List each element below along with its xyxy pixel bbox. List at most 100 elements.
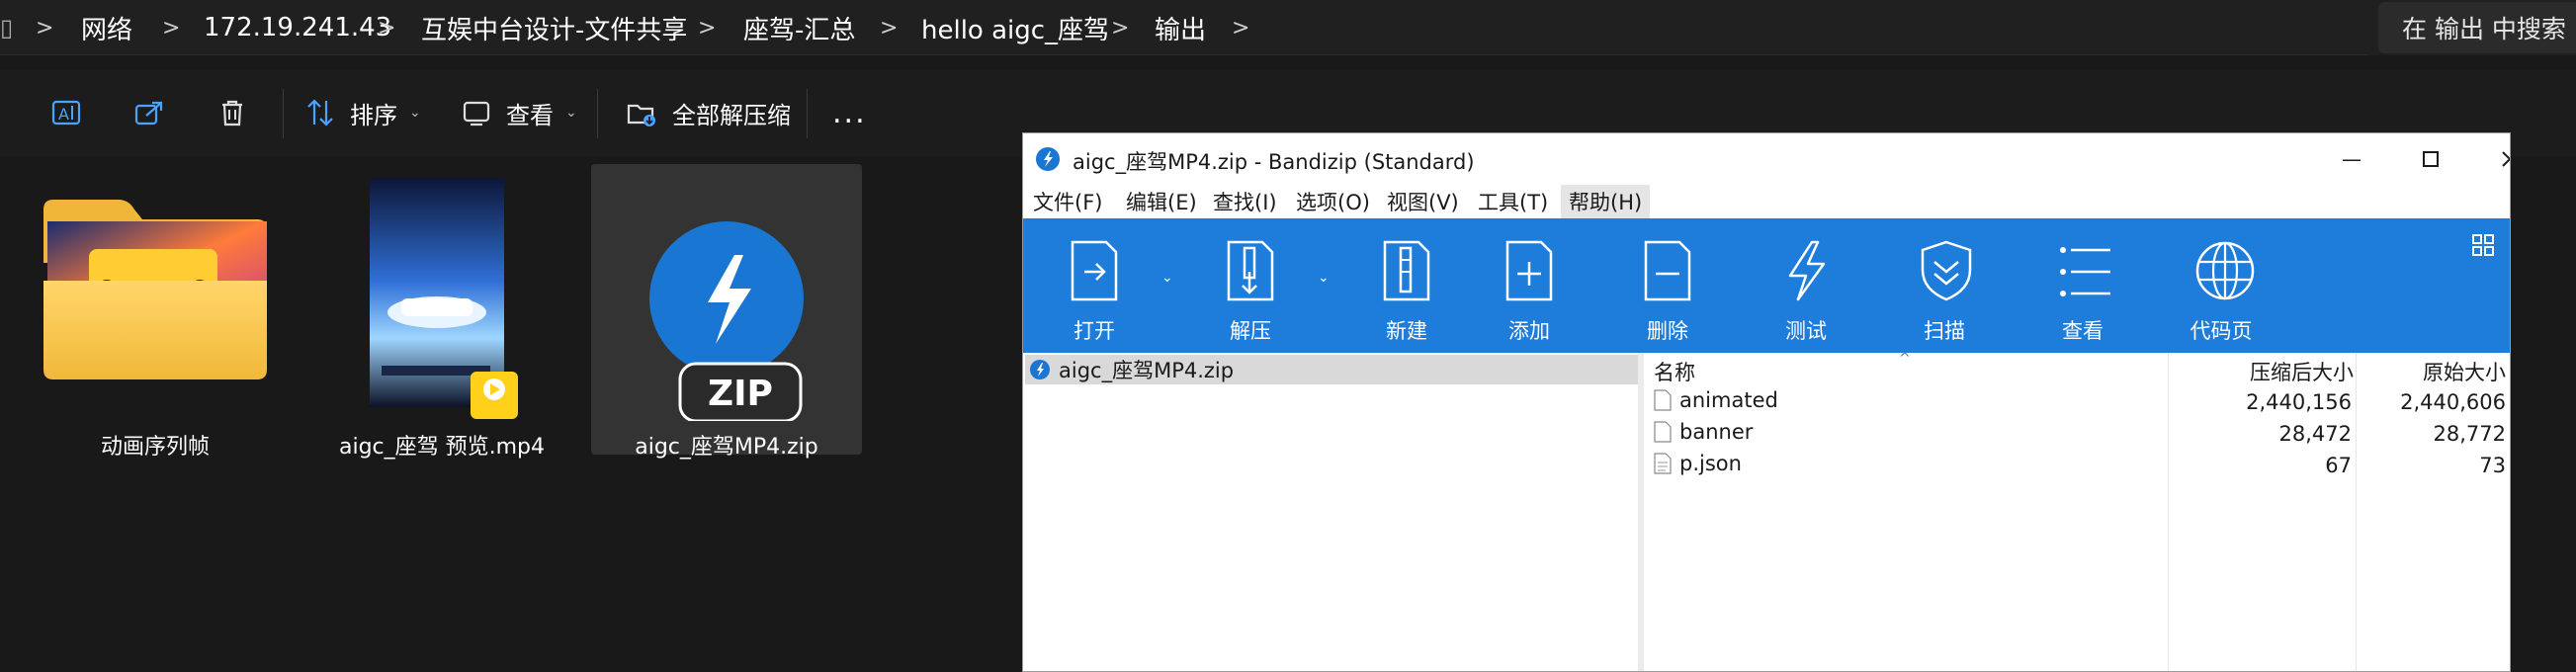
more-options-button[interactable]: ... [832, 69, 867, 156]
json-file-icon [1654, 453, 1672, 474]
globe-icon [2195, 241, 2255, 300]
list-view-icon [2060, 247, 2110, 296]
breadcrumb-separator[interactable]: > [378, 10, 395, 45]
rename-button[interactable]: A [49, 69, 83, 156]
breadcrumb-separator[interactable]: > [162, 10, 180, 45]
maximize-button[interactable] [2391, 133, 2470, 185]
breadcrumb-separator[interactable]: > [698, 10, 716, 45]
extract-button[interactable]: 解压 [1189, 218, 1312, 353]
view-button[interactable]: 查看 ⌄ [461, 69, 577, 156]
extract-all-label: 全部解压缩 [672, 101, 791, 129]
menu-tools[interactable]: 工具(T) [1470, 185, 1556, 218]
bandizip-app-icon [1036, 147, 1060, 171]
tree-item-label: aigc_座驾MP4.zip [1059, 359, 1235, 382]
open-icon [1071, 240, 1118, 301]
column-compressed-size[interactable]: 压缩后大小 [2193, 357, 2354, 384]
share-icon [134, 101, 163, 126]
add-button[interactable]: 添加 [1468, 218, 1590, 353]
delete-button[interactable] [215, 69, 249, 156]
test-button[interactable]: 测试 [1745, 218, 1867, 353]
lightning-icon [1788, 240, 1826, 301]
sort-button[interactable]: 排序 ⌄ [304, 69, 421, 156]
delete-button[interactable]: 删除 [1606, 218, 1729, 353]
breadcrumb-separator[interactable]: > [1111, 10, 1129, 45]
menu-bar: 文件(F) 编辑(E) 查找(I) 选项(O) 视图(V) 工具(T) 帮助(H… [1023, 185, 2510, 218]
open-dropdown-button[interactable]: ⌄ [1161, 270, 1173, 286]
original-size: 28,772 [2433, 422, 2506, 446]
file-list: 名称 ^ 压缩后大小 原始大小 animated 2,440,156 2,440… [1650, 351, 2510, 671]
menu-edit[interactable]: 编辑(E) [1118, 185, 1205, 218]
folder-tree: aigc_座驾MP4.zip [1023, 353, 1644, 671]
delete-file-icon [1644, 240, 1691, 301]
menu-file[interactable]: 文件(F) [1025, 185, 1110, 218]
minimize-button[interactable]: — [2312, 133, 2391, 185]
breadcrumb-item-output[interactable]: 输出 [1155, 10, 1206, 45]
table-row[interactable]: p.json 67 73 [1650, 450, 2510, 481]
scan-button[interactable]: 扫描 [1883, 218, 2006, 353]
compressed-size: 67 [2325, 454, 2352, 477]
chevron-down-icon: ⌄ [565, 105, 577, 121]
file-item-video[interactable]: aigc_座驾 预览.mp4 [306, 164, 577, 460]
menu-find[interactable]: 查找(I) [1205, 185, 1285, 218]
compressed-size: 28,472 [2278, 422, 2352, 446]
close-button[interactable] [2470, 133, 2510, 185]
extract-dropdown-button[interactable]: ⌄ [1318, 270, 1330, 286]
folder-icon [43, 200, 267, 379]
file-item-zip[interactable]: ZIP aigc_座驾MP4.zip [591, 164, 862, 460]
bandizip-zip-icon: ZIP [649, 221, 804, 421]
original-size: 73 [2479, 454, 2506, 477]
breadcrumb-item-network[interactable]: 网络 [81, 10, 132, 45]
trash-icon [222, 100, 242, 126]
file-name: p.json [1679, 452, 1742, 475]
breadcrumb-separator[interactable]: > [36, 10, 53, 45]
divider [807, 89, 808, 138]
more-icon: ... [832, 95, 867, 130]
file-icon [1654, 389, 1672, 411]
maximize-icon [2423, 151, 2439, 167]
breadcrumb-item-share[interactable]: 互娱中台设计-文件共享 [421, 10, 687, 45]
column-name[interactable]: 名称 [1654, 357, 1695, 384]
breadcrumb-item-summary[interactable]: 座驾-汇总 [743, 10, 855, 45]
file-name: banner [1679, 420, 1754, 444]
menu-view[interactable]: 视图(V) [1379, 185, 1467, 218]
view-icon [463, 101, 490, 126]
menu-help[interactable]: 帮助(H) [1561, 185, 1651, 218]
toolbar: 打开 ⌄ 解压 ⌄ 新建 添加 删除 测试 扫描 查看 代码页 [1023, 218, 2510, 353]
table-row[interactable]: animated 2,440,156 2,440,606 [1650, 386, 2510, 418]
file-name: 动画序列帧 [100, 435, 210, 460]
title-bar[interactable]: aigc_座驾MP4.zip - Bandizip (Standard) — [1023, 133, 2510, 185]
table-row[interactable]: banner 28,472 28,772 [1650, 418, 2510, 450]
original-size: 2,440,606 [2400, 390, 2506, 414]
breadcrumb-separator[interactable]: > [1232, 10, 1249, 45]
file-view: 动画序列帧 aigc_座驾 预览.mp4 ZIP aigc_座驾MP4.zip [0, 156, 1028, 672]
add-file-icon [1505, 240, 1553, 301]
compressed-size: 2,440,156 [2246, 390, 2352, 414]
sort-icon [307, 99, 333, 126]
svg-text:A: A [58, 105, 69, 124]
column-original-size[interactable]: 原始大小 [2361, 357, 2506, 384]
close-icon [2502, 151, 2510, 167]
extract-icon [627, 104, 655, 126]
address-bar: ▯ > 网络 > 172.19.241.43 > 互娱中台设计-文件共享 > 座… [0, 0, 2576, 55]
search-input[interactable]: 在 输出 中搜索 [2378, 2, 2576, 53]
sort-ascending-icon: ^ [1899, 351, 1911, 367]
layout-grid-icon[interactable] [2472, 234, 2494, 256]
codepage-button[interactable]: 代码页 [2160, 218, 2282, 353]
open-button[interactable]: 打开 [1033, 218, 1156, 353]
video-thumbnail [370, 178, 518, 419]
new-button[interactable]: 新建 [1345, 218, 1468, 353]
minimize-icon: — [2342, 147, 2361, 171]
breadcrumb-item-host[interactable]: 172.19.241.43 [204, 10, 391, 45]
sort-label: 排序 [350, 101, 397, 129]
extract-icon [1227, 240, 1274, 301]
breadcrumb-item-hello[interactable]: hello aigc_座驾 [921, 10, 1109, 45]
view-button[interactable]: 查看 [2021, 218, 2144, 353]
menu-options[interactable]: 选项(O) [1288, 185, 1378, 218]
tree-item-archive[interactable]: aigc_座驾MP4.zip [1025, 355, 1638, 384]
share-button[interactable] [132, 69, 166, 156]
file-item-folder[interactable]: 动画序列帧 [20, 164, 291, 460]
zip-badge: ZIP [708, 374, 773, 414]
breadcrumb-separator[interactable]: > [880, 10, 898, 45]
extract-all-button[interactable]: 全部解压缩 [625, 69, 791, 156]
bandizip-archive-icon [1030, 360, 1050, 379]
